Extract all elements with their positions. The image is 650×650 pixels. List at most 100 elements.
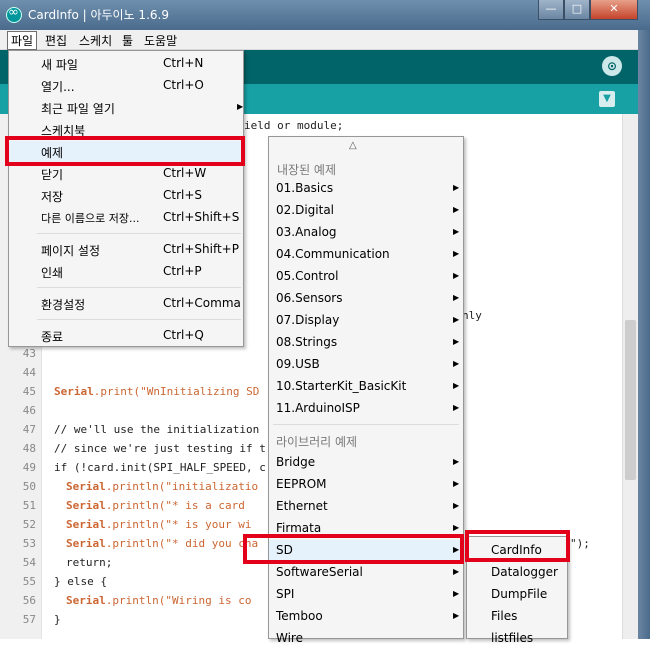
code-line: Serial.println("* did you cha — [66, 537, 258, 550]
vertical-scrollbar[interactable] — [622, 114, 638, 639]
magnifier-icon[interactable]: ⊙ — [602, 56, 622, 76]
menu-item-label: Bridge — [276, 455, 316, 469]
examples-item-starterkit[interactable]: 10.StarterKit_BasicKit ▶ — [269, 376, 463, 398]
file-menu-item-new[interactable]: 새 파일 Ctrl+N — [9, 53, 243, 75]
file-menu-item-close[interactable]: 닫기 Ctrl+W — [9, 163, 243, 185]
examples-item-strings[interactable]: 08.Strings ▶ — [269, 332, 463, 354]
sd-item-dumpfile[interactable]: DumpFile — [467, 584, 567, 606]
examples-item-temboo[interactable]: Temboo ▶ — [269, 606, 463, 628]
menu-separator — [37, 287, 241, 288]
menu-item-shortcut: Ctrl+Q — [163, 328, 204, 342]
line-number: 48 — [22, 442, 36, 455]
code-object: Serial — [66, 594, 106, 607]
triangle-right-icon: ▶ — [453, 501, 460, 510]
highlight-examples — [5, 136, 245, 166]
menu-separator — [37, 319, 241, 320]
code-fragment: "); — [570, 537, 590, 550]
code-call: .println("* is your wi — [105, 518, 252, 531]
file-menu-item-quit[interactable]: 종료 Ctrl+Q — [9, 325, 243, 347]
triangle-right-icon: ▶ — [453, 183, 460, 192]
code-line: Serial.println("Wiring is co — [66, 594, 251, 607]
file-menu-item-page-setup[interactable]: 페이지 설정 Ctrl+Shift+P — [9, 239, 243, 261]
examples-item-basics[interactable]: 01.Basics ▶ — [269, 178, 463, 200]
menu-file[interactable]: 파일 — [7, 31, 38, 50]
menu-separator — [37, 233, 241, 234]
menu-item-label: 열기... — [41, 80, 75, 94]
line-number: 44 — [22, 366, 36, 379]
examples-item-digital[interactable]: 02.Digital ▶ — [269, 200, 463, 222]
triangle-down-icon[interactable]: ▼ — [599, 91, 615, 107]
menu-item-label: Datalogger — [491, 565, 558, 579]
window-title: CardInfo | 아두이노 1.6.9 — [28, 8, 169, 22]
examples-item-usb[interactable]: 09.USB ▶ — [269, 354, 463, 376]
menu-help[interactable]: 도움말 — [141, 32, 180, 49]
menu-item-label: 환경설정 — [41, 298, 86, 312]
menu-item-shortcut: Ctrl+P — [163, 264, 202, 278]
file-menu-item-open[interactable]: 열기... Ctrl+O — [9, 75, 243, 97]
examples-item-ethernet[interactable]: Ethernet ▶ — [269, 496, 463, 518]
menu-item-shortcut: Ctrl+O — [163, 78, 204, 92]
sd-item-listfiles[interactable]: listfiles — [467, 628, 567, 650]
menu-item-shortcut: Ctrl+Comma — [163, 296, 241, 310]
menu-item-label: 다른 이름으로 저장... — [41, 212, 140, 225]
triangle-right-icon: ▶ — [237, 102, 244, 111]
examples-item-display[interactable]: 07.Display ▶ — [269, 310, 463, 332]
code-line: Serial.println("* is a card — [66, 499, 245, 512]
menu-item-label: 02.Digital — [276, 203, 335, 217]
line-number: 49 — [22, 461, 36, 474]
menu-sketch[interactable]: 스케치 — [76, 32, 115, 49]
code-object: Serial — [54, 385, 94, 398]
file-menu-item-print[interactable]: 인쇄 Ctrl+P — [9, 261, 243, 283]
triangle-right-icon: ▶ — [453, 249, 460, 258]
menu-tools[interactable]: 툴 — [119, 32, 136, 49]
line-number: 43 — [22, 347, 36, 360]
examples-item-softwareserial[interactable]: SoftwareSerial ▶ — [269, 562, 463, 584]
triangle-right-icon: ▶ — [453, 567, 460, 576]
menu-item-label: 05.Control — [276, 269, 339, 283]
close-button[interactable]: ✕ — [590, 0, 638, 20]
examples-item-bridge[interactable]: Bridge ▶ — [269, 452, 463, 474]
library-examples-header: 라이브러리 예제 — [276, 435, 358, 449]
menu-item-shortcut: Ctrl+N — [163, 56, 204, 70]
minimize-button[interactable]: — — [538, 0, 564, 20]
triangle-right-icon: ▶ — [453, 337, 460, 346]
line-number: 52 — [22, 518, 36, 531]
menu-item-label: Firmata — [276, 521, 322, 535]
examples-item-spi[interactable]: SPI ▶ — [269, 584, 463, 606]
triangle-right-icon: ▶ — [453, 457, 460, 466]
examples-item-wire[interactable]: Wire — [269, 628, 463, 650]
arduino-logo-icon — [6, 5, 22, 23]
line-number: 54 — [22, 556, 36, 569]
examples-item-arduinoisp[interactable]: 11.ArduinoISP ▶ — [269, 398, 463, 420]
maximize-button[interactable]: □ — [564, 0, 590, 20]
scroll-up-arrow[interactable]: △ — [349, 140, 357, 151]
menu-item-label: Wire — [276, 631, 303, 645]
examples-item-analog[interactable]: 03.Analog ▶ — [269, 222, 463, 244]
triangle-right-icon: ▶ — [453, 293, 460, 302]
file-menu-item-recent[interactable]: 최근 파일 열기 ▶ — [9, 97, 243, 119]
code-call: .println("* did you cha — [105, 537, 259, 550]
window-border — [638, 30, 650, 639]
code-line: Serial.println("* is your wi — [66, 518, 251, 531]
code-line: Serial.print("WnInitializing SD — [54, 385, 259, 398]
file-menu-item-save[interactable]: 저장 Ctrl+S — [9, 185, 243, 207]
line-number: 57 — [22, 613, 36, 626]
file-menu-item-preferences[interactable]: 환경설정 Ctrl+Comma — [9, 293, 243, 315]
menu-bar: 파일 편집 스케치 툴 도움말 — [0, 30, 650, 50]
menu-edit[interactable]: 편집 — [42, 32, 70, 49]
sd-item-files[interactable]: Files — [467, 606, 567, 628]
code-object: Serial — [66, 537, 106, 550]
examples-item-eeprom[interactable]: EEPROM ▶ — [269, 474, 463, 496]
code-call: .println("initializatio — [105, 480, 259, 493]
triangle-right-icon: ▶ — [453, 359, 460, 368]
file-menu-item-save-as[interactable]: 다른 이름으로 저장... Ctrl+Shift+S — [9, 207, 243, 229]
triangle-right-icon: ▶ — [453, 589, 460, 598]
scrollbar-thumb[interactable] — [625, 320, 636, 480]
line-number: 51 — [22, 499, 36, 512]
sd-item-datalogger[interactable]: Datalogger — [467, 562, 567, 584]
examples-item-control[interactable]: 05.Control ▶ — [269, 266, 463, 288]
menu-item-label: 인쇄 — [41, 266, 64, 280]
menu-separator — [273, 424, 459, 425]
examples-item-sensors[interactable]: 06.Sensors ▶ — [269, 288, 463, 310]
examples-item-communication[interactable]: 04.Communication ▶ — [269, 244, 463, 266]
